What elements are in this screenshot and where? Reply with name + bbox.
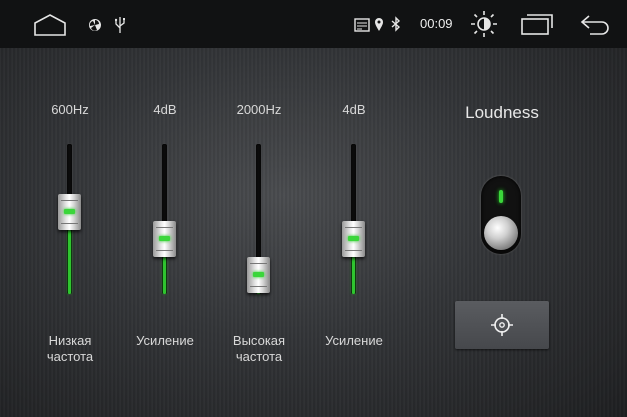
band-4-label-line1: Усиление: [325, 333, 383, 348]
band-1-level-fill: [68, 229, 71, 294]
band-2-label-line1: Усиление: [136, 333, 194, 348]
loudness-toggle[interactable]: [481, 176, 521, 254]
band-3-label-line1: Высокая: [232, 333, 286, 348]
loudness-title: Loudness: [465, 103, 539, 122]
band-4-level-fill: [352, 256, 355, 294]
band-4-label: Усиление: [309, 333, 399, 349]
fan-icon: [89, 19, 101, 31]
brightness-icon[interactable]: [470, 10, 498, 38]
band-3-slider-handle[interactable]: [247, 256, 270, 293]
band-1-label-line1: Низкая: [48, 333, 92, 348]
usb-icon: [115, 17, 125, 33]
band-4-slider[interactable]: [342, 144, 365, 294]
band-3-value: 2000Hz: [236, 102, 282, 117]
recent-apps-icon[interactable]: [521, 13, 553, 35]
band-4-slider-handle[interactable]: [342, 220, 365, 257]
band-3-label: Высокая частота: [214, 333, 304, 365]
loudness-indicator-led: [499, 190, 503, 203]
loudness-toggle-knob: [484, 216, 518, 250]
band-4-value: 4dB: [342, 102, 366, 117]
crosshair-icon: [491, 314, 513, 336]
band-2-slider-handle[interactable]: [153, 220, 176, 257]
band-2-led: [159, 235, 170, 241]
band-1-value: 600Hz: [51, 102, 89, 117]
location-icon: [375, 18, 383, 31]
cast-icon: [354, 18, 370, 32]
equalizer-panel: 600Hz Низкая частота 4dB Усиление 2000Hz…: [0, 48, 627, 417]
band-2-slider[interactable]: [153, 144, 176, 294]
band-1-slider-handle[interactable]: [58, 193, 81, 230]
back-icon[interactable]: [580, 14, 610, 36]
balance-target-button[interactable]: [455, 301, 549, 349]
band-4-led: [348, 235, 359, 241]
home-icon[interactable]: [33, 14, 67, 36]
band-1-led: [64, 208, 75, 214]
band-2-label: Усиление: [120, 333, 210, 349]
band-1-slider[interactable]: [58, 144, 81, 294]
band-2-level-fill: [163, 256, 166, 294]
band-3-level-fill: [257, 292, 260, 294]
band-1-label-line2: частота: [46, 349, 94, 364]
band-3-led: [253, 271, 264, 277]
band-2-value: 4dB: [153, 102, 177, 117]
clock: 00:09: [420, 16, 453, 31]
band-3-slider[interactable]: [247, 144, 270, 294]
band-3-label-line2: частота: [235, 349, 283, 364]
bluetooth-icon: [391, 16, 401, 32]
band-1-label: Низкая частота: [25, 333, 115, 365]
status-bar: 00:09: [0, 0, 627, 48]
